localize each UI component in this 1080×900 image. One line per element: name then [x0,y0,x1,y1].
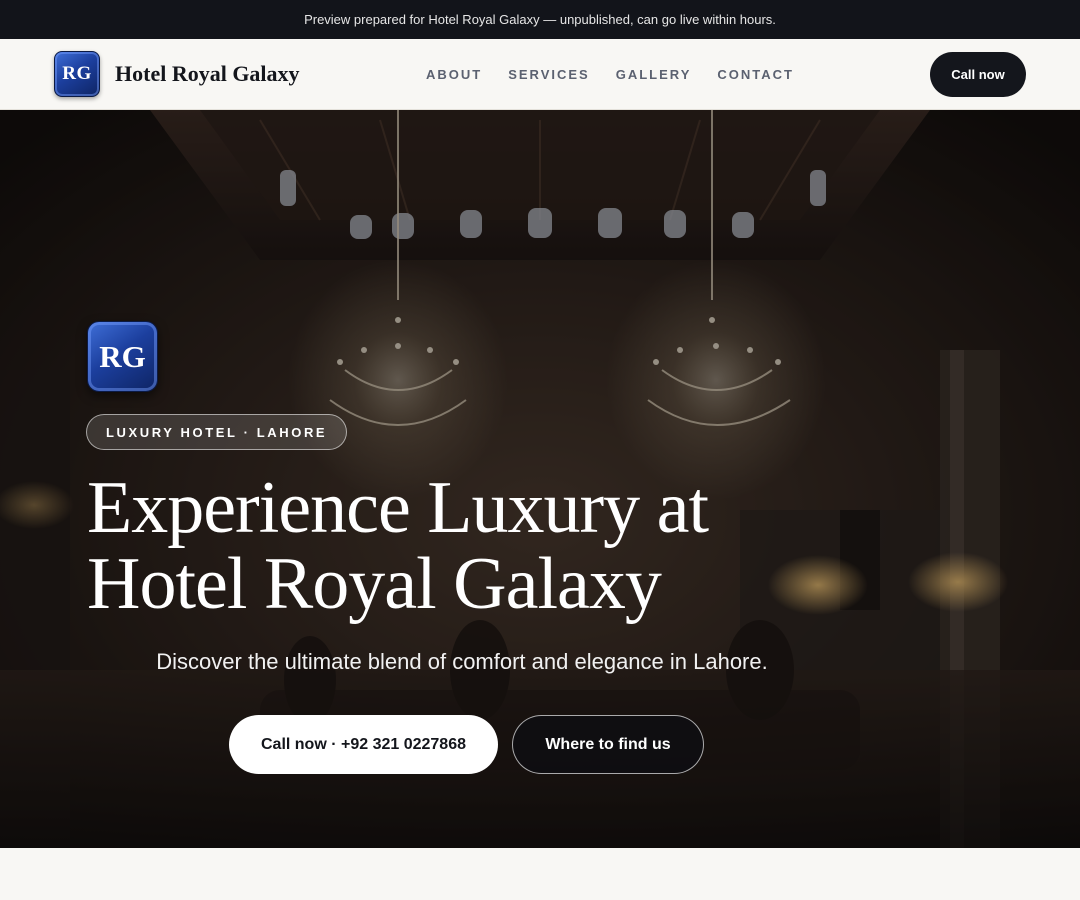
hero-logo: RG [87,321,158,392]
site-header: RG Hotel Royal Galaxy ABOUT SERVICES GAL… [0,39,1080,110]
hero-title-line-1: Experience Luxury at [87,467,709,549]
hero-title: Experience Luxury at Hotel Royal Galaxy [87,470,847,622]
preview-banner: Preview prepared for Hotel Royal Galaxy … [0,0,1080,39]
main-nav: ABOUT SERVICES GALLERY CONTACT [426,39,794,109]
hero-directions-button[interactable]: Where to find us [512,715,704,774]
hero-title-line-2: Hotel Royal Galaxy [87,543,662,625]
brand-logo-text: RG [62,63,92,84]
hero-logo-text: RG [99,338,146,374]
nav-link-gallery[interactable]: GALLERY [616,67,692,82]
hero-content: RG LUXURY HOTEL · LAHORE Experience Luxu… [0,110,1080,848]
brand-name: Hotel Royal Galaxy [115,61,300,86]
nav-link-services[interactable]: SERVICES [508,67,590,82]
hero-subtitle: Discover the ultimate blend of comfort a… [156,649,768,674]
nav-link-about[interactable]: ABOUT [426,67,482,82]
brand-logo: RG [54,51,100,97]
hero-section: RG LUXURY HOTEL · LAHORE Experience Luxu… [0,110,1080,848]
preview-banner-text: Preview prepared for Hotel Royal Galaxy … [304,12,776,27]
hero-actions: Call now · +92 321 0227868 Where to find… [229,715,704,774]
hero-location-tag: LUXURY HOTEL · LAHORE [86,414,348,450]
header-call-button[interactable]: Call now [930,52,1026,97]
nav-link-contact[interactable]: CONTACT [717,67,794,82]
hero-call-button[interactable]: Call now · +92 321 0227868 [229,715,498,774]
brand[interactable]: RG Hotel Royal Galaxy [54,51,300,97]
